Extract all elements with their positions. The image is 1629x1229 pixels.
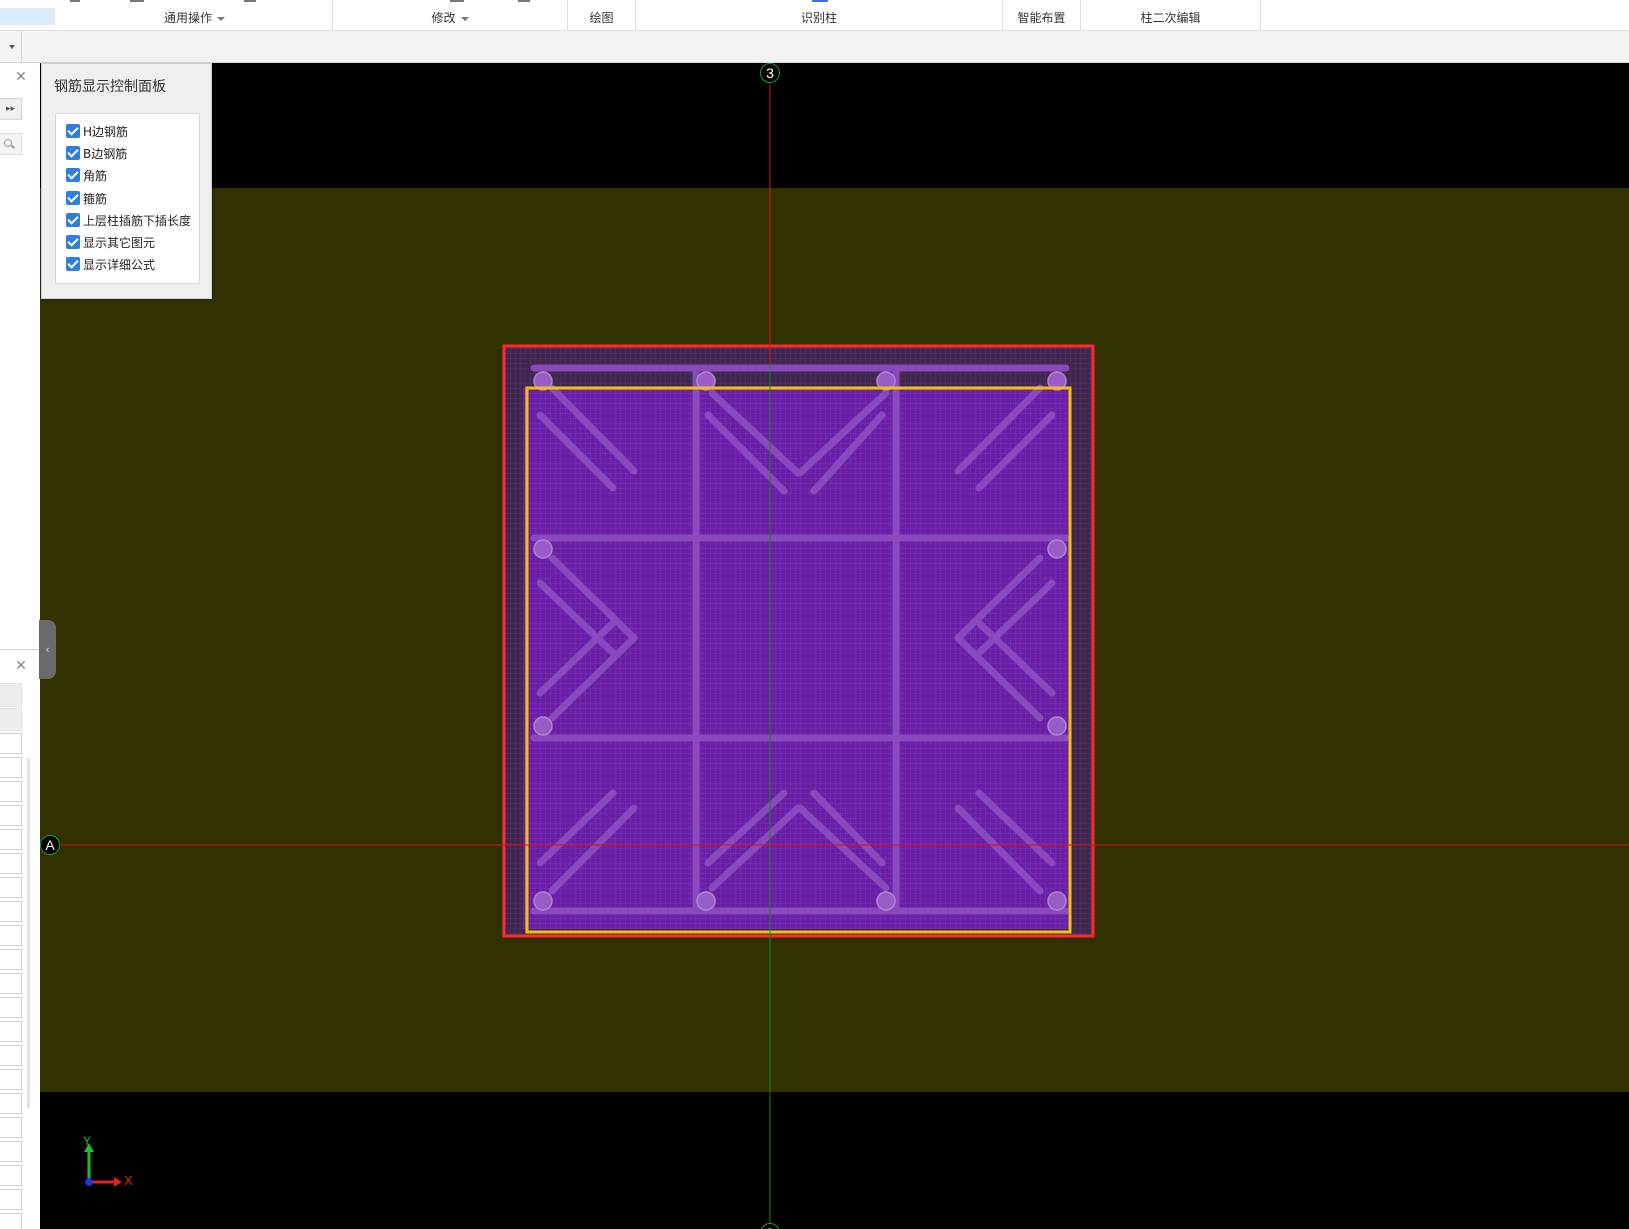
list-item[interactable]	[0, 853, 22, 874]
coordinate-axes-indicator: Y X	[80, 1134, 140, 1190]
list-item[interactable]	[0, 1045, 22, 1066]
search-icon[interactable]	[0, 133, 22, 155]
list-item[interactable]	[0, 805, 22, 826]
option-label: 箍筋	[83, 191, 108, 206]
list-item[interactable]	[0, 1189, 22, 1210]
collapse-panel-tab[interactable]: ‹	[39, 620, 56, 679]
checkbox-checked[interactable]	[66, 235, 80, 249]
column-rebar-drawing	[40, 63, 1629, 1229]
option-label: 显示其它图元	[83, 235, 156, 250]
checkbox-checked[interactable]	[66, 257, 80, 271]
secondary-toolbar	[0, 31, 1629, 63]
ribbon-selected-tab[interactable]	[0, 8, 55, 25]
option-upper-column-dowel-length[interactable]: 上层柱插筋下插长度	[66, 211, 191, 229]
list-item[interactable]	[0, 757, 22, 778]
list-item[interactable]	[0, 1141, 22, 1162]
expand-panel-button[interactable]: ▸▸	[0, 98, 22, 120]
ribbon-group-column-secondary-edit[interactable]: 柱二次编辑	[1081, 0, 1261, 30]
ribbon-group-general[interactable]: 通用操作	[57, 0, 333, 30]
close-icon[interactable]: ✕	[13, 658, 29, 674]
list-item[interactable]	[0, 1069, 22, 1090]
chevron-down-icon	[9, 45, 15, 49]
ribbon-group-label: 通用操作	[163, 11, 212, 25]
option-show-other-elements[interactable]: 显示其它图元	[66, 233, 155, 251]
x-axis-label: X	[124, 1173, 133, 1188]
ribbon-group-label: 绘图	[589, 11, 614, 25]
axis-label-top: 3	[760, 63, 780, 83]
checkbox-checked[interactable]	[66, 168, 80, 182]
list-item[interactable]	[0, 829, 22, 850]
option-corner-rebar[interactable]: 角筋	[66, 166, 107, 184]
chevron-down-icon	[460, 16, 469, 21]
toolbar-dropdown[interactable]	[0, 31, 22, 62]
left-side-panel: ✕ ▸▸ ✕	[0, 63, 40, 1229]
checkbox-checked[interactable]	[66, 146, 80, 160]
list-item[interactable]	[0, 1165, 22, 1186]
list-item[interactable]	[0, 733, 22, 754]
list-item[interactable]	[0, 708, 22, 731]
list-item[interactable]	[0, 901, 22, 922]
checkbox-checked[interactable]	[66, 213, 80, 227]
ribbon-group-label: 修改	[431, 11, 456, 25]
option-label: 角筋	[83, 168, 108, 183]
ribbon-group-modify[interactable]: 修改	[333, 0, 568, 30]
drawing-canvas[interactable]: 3 3 A	[40, 63, 1629, 1229]
option-show-detailed-formula[interactable]: 显示详细公式	[66, 255, 155, 273]
list-item[interactable]	[0, 1213, 22, 1229]
list-scrollbar[interactable]	[27, 758, 30, 1108]
ribbon-group-identify-column[interactable]: 识别柱	[636, 0, 1003, 30]
option-label: H边钢筋	[83, 124, 129, 139]
chevron-down-icon	[217, 16, 225, 21]
checkbox-checked[interactable]	[66, 124, 80, 138]
list-item[interactable]	[0, 925, 22, 946]
option-label: B边钢筋	[83, 146, 128, 161]
option-h-edge-rebar[interactable]: H边钢筋	[66, 122, 128, 140]
ribbon-group-smart-layout[interactable]: 智能布置	[1003, 0, 1081, 30]
list-item[interactable]	[0, 1093, 22, 1114]
ribbon-group-draw[interactable]: 绘图	[568, 0, 636, 30]
option-label: 上层柱插筋下插长度	[83, 213, 192, 228]
rebar-display-control-panel: 钢筋显示控制面板 H边钢筋 B边钢筋 角筋 箍筋 上层柱插筋下插长度 显示其它图…	[41, 63, 212, 299]
axis-label-left: A	[40, 835, 60, 855]
list-item[interactable]	[0, 997, 22, 1018]
option-label: 显示详细公式	[83, 257, 156, 272]
list-item[interactable]	[0, 949, 22, 970]
list-header	[0, 683, 22, 707]
ribbon-group-label: 识别柱	[800, 11, 837, 25]
option-b-edge-rebar[interactable]: B边钢筋	[66, 144, 127, 162]
close-icon[interactable]: ✕	[13, 69, 29, 85]
y-axis-label: Y	[83, 1134, 92, 1148]
ribbon-group-label: 柱二次编辑	[1140, 11, 1201, 25]
list-item[interactable]	[0, 877, 22, 898]
list-item[interactable]	[0, 1021, 22, 1042]
panel-title: 钢筋显示控制面板	[54, 79, 166, 95]
app-window: 通用操作 修改 绘图 识别柱 智能布置 柱二次编辑 ✕ ▸▸ ✕ 3 A 钢筋显…	[0, 0, 1629, 1229]
checkbox-checked[interactable]	[66, 191, 80, 205]
list-item[interactable]	[0, 1117, 22, 1138]
list-item[interactable]	[0, 781, 22, 802]
ribbon-toolbar: 通用操作 修改 绘图 识别柱 智能布置 柱二次编辑	[0, 0, 1629, 31]
option-stirrup[interactable]: 箍筋	[66, 189, 107, 207]
list-item[interactable]	[0, 973, 22, 994]
options-box: H边钢筋 B边钢筋 角筋 箍筋 上层柱插筋下插长度 显示其它图元 显示详细公式	[55, 113, 200, 284]
ribbon-group-label: 智能布置	[1017, 11, 1066, 25]
panel-divider	[0, 649, 38, 650]
